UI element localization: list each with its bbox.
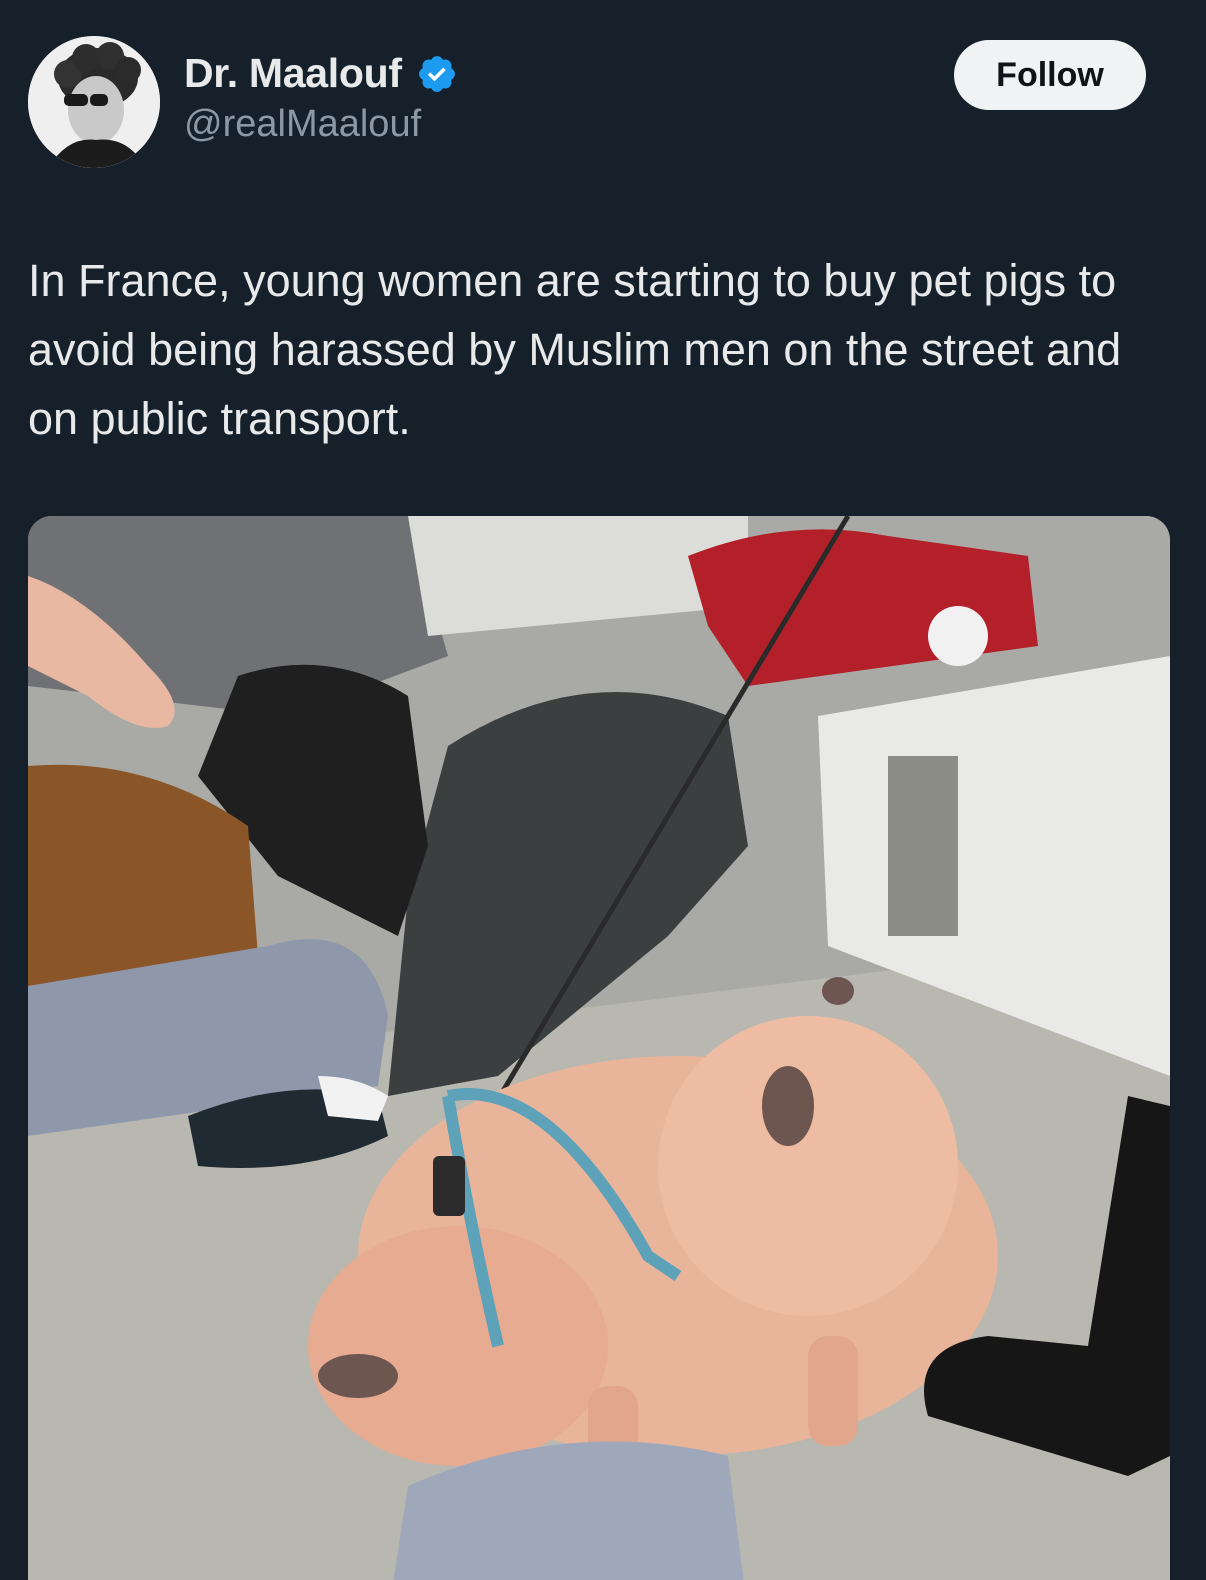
video-thumbnail-icon	[28, 516, 1170, 1580]
tweet-header: Dr. Maalouf @realMaalouf Follow	[28, 36, 1146, 172]
author-display-name[interactable]: Dr. Maalouf	[184, 50, 402, 97]
avatar-photo-icon	[28, 36, 160, 168]
author-handle[interactable]: @realMaalouf	[184, 103, 458, 146]
tweet-text: In France, young women are starting to b…	[28, 255, 1122, 444]
display-name-row[interactable]: Dr. Maalouf	[184, 50, 458, 97]
tweet-card: Dr. Maalouf @realMaalouf Follow In Franc…	[0, 0, 1206, 1580]
tweet-media[interactable]	[28, 516, 1170, 1580]
author-names: Dr. Maalouf @realMaalouf	[184, 50, 458, 146]
follow-button[interactable]: Follow	[954, 40, 1146, 110]
verified-badge-icon[interactable]	[416, 53, 458, 95]
author-avatar[interactable]	[28, 36, 160, 168]
